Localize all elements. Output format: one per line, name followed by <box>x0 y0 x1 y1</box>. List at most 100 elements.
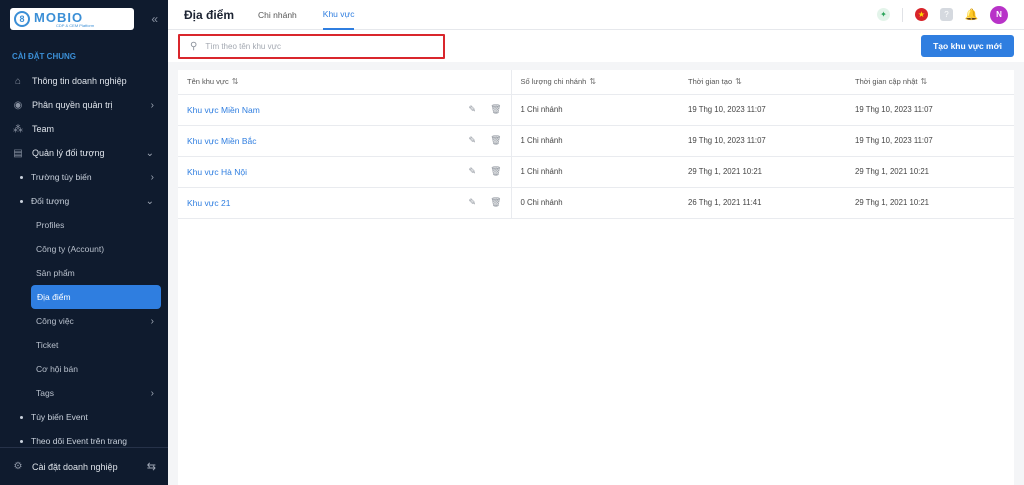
footer-label: Cài đặt doanh nghiệp <box>32 461 118 472</box>
object-profiles[interactable]: Profiles <box>0 213 168 237</box>
trash-icon[interactable]: 🗑 <box>490 166 501 177</box>
created-time: 29 Thg 1, 2021 10:21 <box>679 156 846 188</box>
header-name[interactable]: Tên khu vực ⇅ <box>178 70 512 95</box>
page-title: Địa điểm <box>184 7 235 22</box>
table-row: Khu vực Miền Bắc ✎ 🗑 1 Chi nhánh 19 Thg 10… <box>178 125 1014 157</box>
sort-icon[interactable]: ⇅ <box>735 77 742 86</box>
gear-icon: ⚙ <box>13 461 23 472</box>
sort-icon[interactable]: ⇅ <box>589 77 596 86</box>
sub-item-custom-event[interactable]: Tùy biến Event <box>0 405 168 429</box>
regions-table: Tên khu vực ⇅ Số lượng chi nhánh ⇅ Thời gi… <box>178 70 1014 219</box>
sidebar-footer[interactable]: ⚙ Cài đặt doanh nghiệp ⇆ <box>0 447 168 485</box>
top-icons: ✦ ★ ? 🔔 N <box>877 5 1008 24</box>
trash-icon[interactable]: 🗑 <box>490 104 501 115</box>
branch-count: 1 Chi nhánh <box>511 125 679 157</box>
edit-icon[interactable]: ✎ <box>469 135 477 146</box>
region-name-link[interactable]: Khu vực 21 <box>187 198 231 208</box>
object-products[interactable]: Sản phẩm <box>0 261 168 285</box>
region-name-link[interactable]: Khu vực Miền Bắc <box>187 136 256 146</box>
logo-subtitle: CDP & CEM Platform <box>56 22 95 28</box>
chevron-down-icon: ⌄ <box>145 195 154 207</box>
table-row: Khu vực Hà Nội ✎ 🗑 1 Chi nhánh 29 Thg 1, 2… <box>178 156 1014 188</box>
updated-time: 19 Thg 10, 2023 11:07 <box>846 94 1014 126</box>
tab-branches[interactable]: Chi nhánh <box>258 0 297 30</box>
trash-icon[interactable]: 🗑 <box>490 135 501 146</box>
create-region-button[interactable]: Tạo khu vực mới <box>921 35 1014 57</box>
object-locations[interactable]: Địa điểm <box>31 285 161 309</box>
vietnam-flag-icon[interactable]: ★ <box>915 8 928 21</box>
logo-row: 8 MOBIO CDP & CEM Platform « <box>0 0 168 38</box>
help-icon[interactable]: ? <box>940 8 953 21</box>
chevron-right-icon: › <box>150 315 154 327</box>
user-shield-icon: ◉ <box>13 99 23 111</box>
sub-item-label: Tùy biến Event <box>31 412 88 422</box>
topbar: Địa điểm Chi nhánh Khu vực ✦ ★ ? 🔔 N <box>168 0 1024 30</box>
object-tags[interactable]: Tags › <box>0 381 168 405</box>
sidebar: 8 MOBIO CDP & CEM Platform « CÀI ĐẶT CHU… <box>0 0 168 485</box>
logo-mark-icon: 8 <box>14 11 30 27</box>
avatar[interactable]: N <box>990 5 1008 24</box>
object-ticket[interactable]: Ticket <box>0 333 168 357</box>
search-box: ⚲ <box>178 33 445 59</box>
sub-item-label: Trường tùy biến <box>31 172 92 182</box>
trash-icon[interactable]: 🗑 <box>490 197 501 208</box>
tab-regions[interactable]: Khu vực <box>322 0 355 30</box>
object-tasks[interactable]: Công việc › <box>0 309 168 333</box>
nav-label: Team <box>32 124 55 134</box>
branch-count: 1 Chi nhánh <box>511 94 679 126</box>
header-created[interactable]: Thời gian tạo ⇅ <box>679 70 846 95</box>
region-name-link[interactable]: Khu vực Miền Nam <box>187 105 260 115</box>
object-account[interactable]: Công ty (Account) <box>0 237 168 261</box>
main-content: Địa điểm Chi nhánh Khu vực ✦ ★ ? 🔔 N ⚲ T… <box>168 0 1024 485</box>
object-label: Công việc <box>36 316 74 326</box>
chevron-down-icon: ⌄ <box>145 147 154 159</box>
nav-item-object-management[interactable]: ▤ Quản lý đối tượng ⌄ <box>0 141 168 165</box>
regions-table-card: Tên khu vực ⇅ Số lượng chi nhánh ⇅ Thời gi… <box>178 70 1014 485</box>
nav-label: Quản lý đối tượng <box>32 148 105 158</box>
sub-item-objects[interactable]: Đối tượng ⌄ <box>0 189 168 213</box>
logo[interactable]: 8 MOBIO CDP & CEM Platform <box>10 8 134 30</box>
header-branch-count[interactable]: Số lượng chi nhánh ⇅ <box>511 70 679 95</box>
object-label: Tags <box>36 388 54 398</box>
updated-time: 29 Thg 1, 2021 10:21 <box>846 156 1014 188</box>
sub-item-label: Đối tượng <box>31 196 70 206</box>
sort-icon[interactable]: ⇅ <box>920 77 927 86</box>
database-icon: ▤ <box>13 147 23 159</box>
section-title: CÀI ĐẶT CHUNG <box>12 52 76 61</box>
branch-count: 0 Chi nhánh <box>511 187 679 219</box>
table-row: Khu vực Miền Nam ✎ 🗑 1 Chi nhánh 19 Thg 10… <box>178 94 1014 126</box>
search-icon: ⚲ <box>190 40 198 52</box>
chevron-right-icon: › <box>150 387 154 399</box>
swap-icon[interactable]: ⇆ <box>147 460 156 473</box>
bell-icon[interactable]: 🔔 <box>965 8 979 21</box>
nav-label: Thông tin doanh nghiệp <box>32 76 127 86</box>
sub-item-custom-fields[interactable]: Trường tùy biến › <box>0 165 168 189</box>
object-opportunities[interactable]: Cơ hội bán <box>0 357 168 381</box>
branch-count: 1 Chi nhánh <box>511 156 679 188</box>
created-time: 19 Thg 10, 2023 11:07 <box>679 94 846 126</box>
chevron-right-icon: › <box>150 171 154 183</box>
chevron-right-icon: › <box>150 99 154 111</box>
app-switch-icon[interactable]: ✦ <box>877 8 890 21</box>
created-time: 19 Thg 10, 2023 11:07 <box>679 125 846 157</box>
edit-icon[interactable]: ✎ <box>469 104 477 115</box>
building-icon: ⌂ <box>14 75 22 87</box>
logo-text: MOBIO <box>34 9 84 25</box>
header-updated[interactable]: Thời gian cập nhật ⇅ <box>846 70 1014 95</box>
nav-label: Phân quyền quản trị <box>32 100 113 110</box>
nav-item-permissions[interactable]: ◉ Phân quyền quản trị › <box>0 93 168 117</box>
search-input[interactable] <box>205 41 426 51</box>
nav-item-team[interactable]: ⁂ Team <box>0 117 168 141</box>
table-row: Khu vực 21 ✎ 🗑 0 Chi nhánh 26 Thg 1, 2021 … <box>178 187 1014 219</box>
edit-icon[interactable]: ✎ <box>469 197 477 208</box>
collapse-sidebar-icon[interactable]: « <box>151 12 158 26</box>
nav-item-business-info[interactable]: ⌂ Thông tin doanh nghiệp <box>0 69 168 93</box>
updated-time: 19 Thg 10, 2023 11:07 <box>846 125 1014 157</box>
edit-icon[interactable]: ✎ <box>469 166 477 177</box>
created-time: 26 Thg 1, 2021 11:41 <box>679 187 846 219</box>
toolbar: ⚲ Tạo khu vực mới <box>168 30 1024 62</box>
team-icon: ⁂ <box>13 123 23 135</box>
region-name-link[interactable]: Khu vực Hà Nội <box>187 167 247 177</box>
sort-icon[interactable]: ⇅ <box>232 77 239 86</box>
sub-item-label: Theo dõi Event trên trang <box>31 436 127 446</box>
